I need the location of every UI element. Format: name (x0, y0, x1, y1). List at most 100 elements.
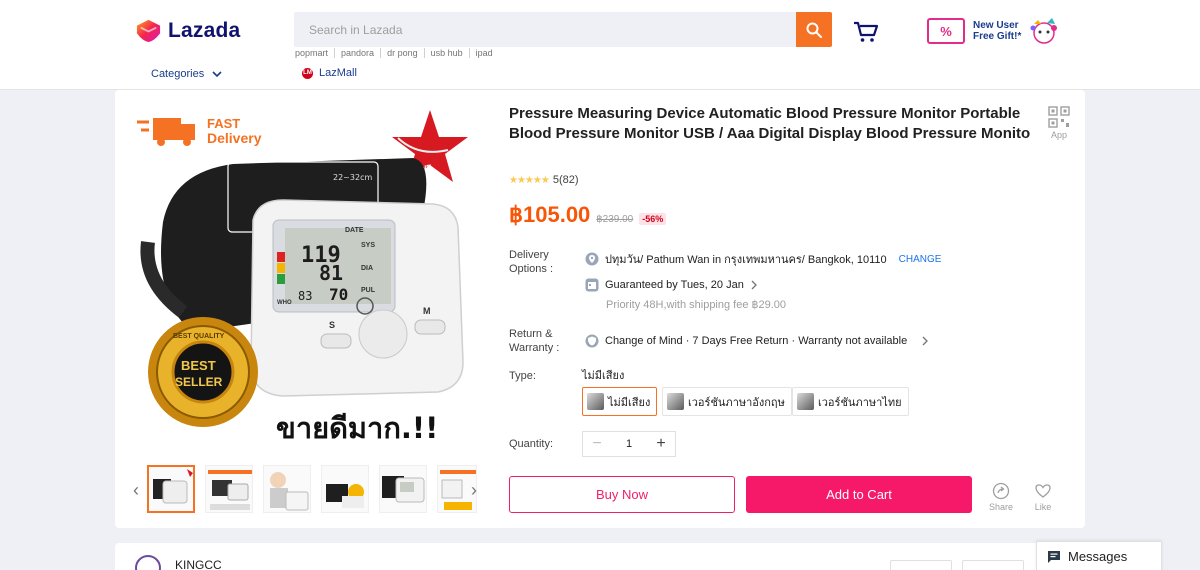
gift-mascot-icon (1030, 18, 1058, 44)
original-price: ฿239.00 (596, 214, 634, 225)
sell-well-text: ขายดีมาก.!! (276, 411, 438, 445)
variant-thumbnail (587, 393, 604, 410)
date-label: DATE (345, 227, 364, 234)
search-icon (806, 22, 822, 38)
variant-option[interactable]: เวอร์ชันภาษาอังกฤษ (662, 387, 792, 416)
new-user-gift[interactable]: % New User Free Gift!* (927, 14, 1061, 48)
seller-text: SELLER (175, 375, 223, 389)
suggestion-link[interactable]: usb hub (425, 48, 470, 58)
suggestion-link[interactable]: popmart (295, 48, 336, 58)
messages-label: Messages (1068, 549, 1128, 564)
chevron-left-icon[interactable]: ‹ (133, 480, 139, 501)
product-title: Pressure Measuring Device Automatic Bloo… (509, 105, 1031, 142)
share-label: Share (988, 502, 1014, 512)
suggestion-link[interactable]: ipad (470, 48, 499, 58)
quantity-value[interactable]: 1 (626, 438, 632, 450)
seller-avatar[interactable] (135, 555, 161, 570)
rating-summary[interactable]: ★★★★★ 5(82) (509, 174, 579, 186)
date-value: 83 (298, 289, 312, 303)
sys-label: SYS (361, 242, 375, 249)
chevron-right-icon (751, 280, 757, 290)
who-label: WHO (277, 300, 292, 306)
lazada-logo[interactable]: Lazada (135, 17, 240, 44)
m-button-label: M (423, 306, 431, 316)
thumbnail-strip: ‹ › (131, 462, 483, 516)
type-label: Type: (509, 370, 536, 382)
discount-badge: -56% (639, 213, 667, 225)
categories-menu[interactable]: Categories (151, 68, 222, 80)
change-address-link[interactable]: CHANGE (899, 254, 942, 265)
thumbnail[interactable] (147, 465, 195, 513)
gift-text: New User Free Gift!* (973, 20, 1022, 42)
chat-icon (1048, 550, 1060, 563)
like-label: Like (1034, 502, 1052, 512)
quantity-stepper: − 1 + (582, 431, 676, 457)
share-button[interactable]: Share (986, 482, 1016, 512)
pul-label: PUL (361, 287, 376, 294)
fast-text: FAST (207, 116, 240, 131)
chevron-down-icon (212, 70, 222, 77)
variant-thumbnail (797, 393, 814, 410)
quantity-label: Quantity: (509, 438, 554, 450)
selected-variant-label: ไม่มีเสียง (582, 370, 625, 382)
seller-name[interactable]: KINGCC (175, 558, 222, 570)
lazmall-link[interactable]: LM LazMall (302, 67, 357, 79)
pul-value: 70 (329, 285, 348, 304)
search-bar (294, 12, 832, 47)
seller-action-button[interactable] (962, 560, 1024, 570)
variant-option[interactable]: ไม่มีเสียง (582, 387, 658, 416)
decrease-quantity-button[interactable]: − (583, 432, 611, 456)
thumbnail[interactable] (205, 465, 253, 513)
thumbnail[interactable] (379, 465, 427, 513)
product-main-image[interactable]: FAST Delivery ฟรี 22~32cm DATE SYS DIA P… (133, 102, 478, 447)
logo-text: Lazada (168, 18, 241, 42)
app-qr[interactable]: App (1048, 106, 1070, 140)
dia-label: DIA (361, 265, 373, 272)
cuff-text: 22~32cm (333, 173, 372, 182)
variant-option[interactable]: เวอร์ชันภาษาไทย (792, 387, 909, 416)
site-header: Lazada popmart pandora dr pong usb hub i… (0, 0, 1200, 90)
qr-code-icon (1048, 106, 1070, 128)
lazada-heart-icon (136, 19, 161, 43)
product-card: FAST Delivery ฟรี 22~32cm DATE SYS DIA P… (115, 90, 1085, 528)
rating-stars: ★★★★★ (509, 174, 550, 186)
seller-action-button[interactable] (890, 560, 952, 570)
chevron-right-icon[interactable]: › (471, 480, 477, 501)
location-pin-icon (585, 252, 599, 266)
rating-count: 5(82) (552, 174, 579, 186)
address-text: ปทุมวัน/ Pathum Wan in กรุงเทพมหานคร/ Ba… (605, 254, 887, 266)
suggestion-link[interactable]: pandora (335, 48, 382, 58)
suggestion-link[interactable]: dr pong (381, 48, 425, 58)
delivery-text: Delivery (207, 130, 262, 146)
thumbnail[interactable] (321, 465, 369, 513)
guarantee-text: Guaranteed by Tues, 20 Jan (605, 279, 744, 291)
thumbnail[interactable] (263, 465, 311, 513)
search-input[interactable] (294, 12, 796, 47)
delivery-label: Delivery Options : (509, 249, 554, 275)
delivery-guarantee[interactable]: Guaranteed by Tues, 20 Jan (585, 278, 758, 292)
lazmall-label: LazMall (319, 67, 357, 79)
buy-now-button[interactable]: Buy Now (509, 476, 735, 513)
best-quality-text: BEST QUALITY (173, 333, 225, 340)
messages-button[interactable]: Messages (1036, 541, 1162, 570)
shield-check-icon (585, 334, 599, 348)
calendar-icon (585, 278, 599, 292)
product-info: Pressure Measuring Device Automatic Bloo… (509, 104, 1049, 144)
seller-card: KINGCC (115, 543, 1085, 570)
truck-icon (137, 118, 195, 146)
add-to-cart-button[interactable]: Add to Cart (746, 476, 972, 513)
return-warranty[interactable]: Change of Mind · 7 Days Free Return · Wa… (585, 334, 929, 348)
price-row: ฿105.00 ฿239.00 -56% (509, 202, 667, 228)
cart-icon[interactable] (853, 20, 879, 44)
like-button[interactable]: Like (1028, 482, 1058, 512)
lazmall-icon: LM (302, 67, 313, 79)
priority-shipping: Priority 48H,with shipping fee ฿29.00 (606, 298, 786, 311)
priority-text: Priority 48H,with shipping fee ฿29.00 (606, 299, 787, 311)
variant-thumbnail (667, 393, 684, 410)
product-photo: FAST Delivery ฟรี 22~32cm DATE SYS DIA P… (137, 110, 468, 445)
search-button[interactable] (796, 12, 832, 47)
s-button-label: S (329, 320, 335, 330)
search-suggestions: popmart pandora dr pong usb hub ipad (295, 48, 499, 58)
delivery-address: ปทุมวัน/ Pathum Wan in กรุงเทพมหานคร/ Ba… (585, 250, 941, 268)
increase-quantity-button[interactable]: + (647, 432, 675, 456)
